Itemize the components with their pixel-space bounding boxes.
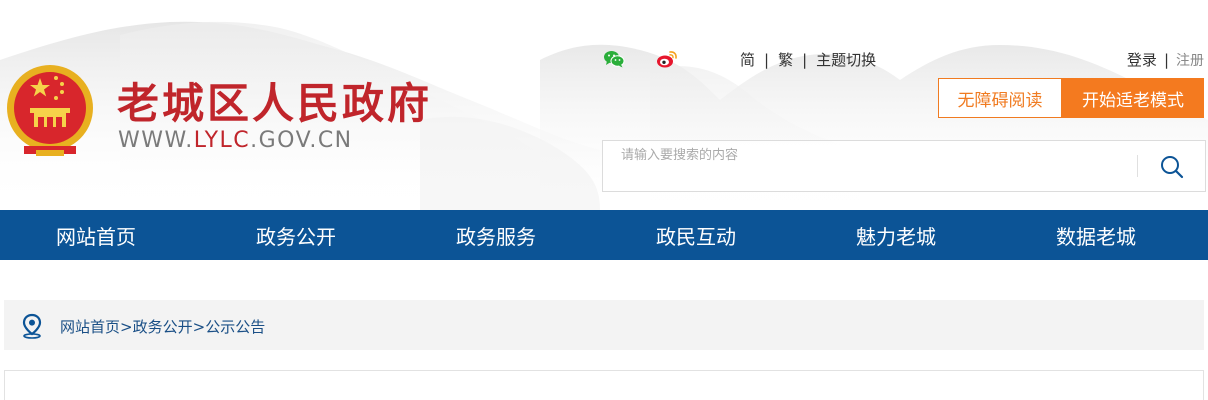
nav-item-interaction[interactable]: 政民互动	[600, 210, 800, 260]
register-link[interactable]: 注册	[1176, 53, 1204, 69]
simplified-chinese-link[interactable]: 简	[740, 51, 755, 69]
toolbar-separator: |	[764, 51, 770, 69]
auth-separator: |	[1163, 51, 1169, 69]
theme-switch-link[interactable]: 主题切换	[816, 51, 876, 69]
search-icon[interactable]	[1159, 154, 1185, 180]
breadcrumb-separator: >	[192, 318, 206, 336]
domain-suffix: .GOV.CN	[250, 128, 353, 153]
national-emblem-icon	[7, 65, 93, 156]
domain-prefix: WWW.	[118, 128, 194, 153]
login-link[interactable]: 登录	[1127, 51, 1157, 69]
search-box	[602, 140, 1206, 192]
site-header: 老城区人民政府 WWW.LYLC.GOV.CN 简 | 繁 | 主题切换 登录 | 注册 无…	[0, 0, 1208, 210]
breadcrumb-bar: 网站首页>政务公开>公示公告	[4, 300, 1204, 350]
traditional-chinese-link[interactable]: 繁	[778, 51, 793, 69]
nav-item-data-laocheng[interactable]: 数据老城	[1000, 210, 1200, 260]
site-domain: WWW.LYLC.GOV.CN	[118, 128, 353, 153]
search-divider	[1137, 155, 1138, 177]
auth-links: 登录 | 注册	[1127, 49, 1204, 70]
search-input[interactable]	[621, 145, 1121, 165]
breadcrumb-announcements[interactable]: 公示公告	[205, 318, 265, 336]
page: 老城区人民政府 WWW.LYLC.GOV.CN 简 | 繁 | 主题切换 登录 | 注册 无…	[0, 0, 1208, 400]
nav-item-gov-affairs-public[interactable]: 政务公开	[200, 210, 400, 260]
accessibility-reading-button[interactable]: 无障碍阅读	[938, 78, 1062, 118]
breadcrumb: 网站首页>政务公开>公示公告	[60, 316, 265, 337]
elder-mode-button[interactable]: 开始适老模式	[1062, 78, 1204, 118]
location-pin-icon	[22, 313, 42, 339]
main-nav: 网站首页 政务公开 政务服务 政民互动 魅力老城 数据老城	[0, 210, 1208, 260]
content-panel	[4, 370, 1204, 400]
site-title: 老城区人民政府	[117, 79, 433, 128]
domain-accent: LYLC	[193, 128, 251, 153]
breadcrumb-separator: >	[120, 318, 133, 336]
breadcrumb-home[interactable]: 网站首页	[60, 318, 120, 336]
wechat-icon[interactable]	[603, 49, 625, 69]
nav-item-gov-services[interactable]: 政务服务	[400, 210, 600, 260]
nav-item-home[interactable]: 网站首页	[0, 210, 200, 260]
nav-item-charm-laocheng[interactable]: 魅力老城	[800, 210, 1000, 260]
breadcrumb-gov-affairs-public[interactable]: 政务公开	[133, 318, 193, 336]
weibo-icon[interactable]	[656, 49, 678, 69]
toolbar-separator: |	[802, 51, 808, 69]
language-theme-toolbar: 简 | 繁 | 主题切换	[740, 49, 876, 70]
